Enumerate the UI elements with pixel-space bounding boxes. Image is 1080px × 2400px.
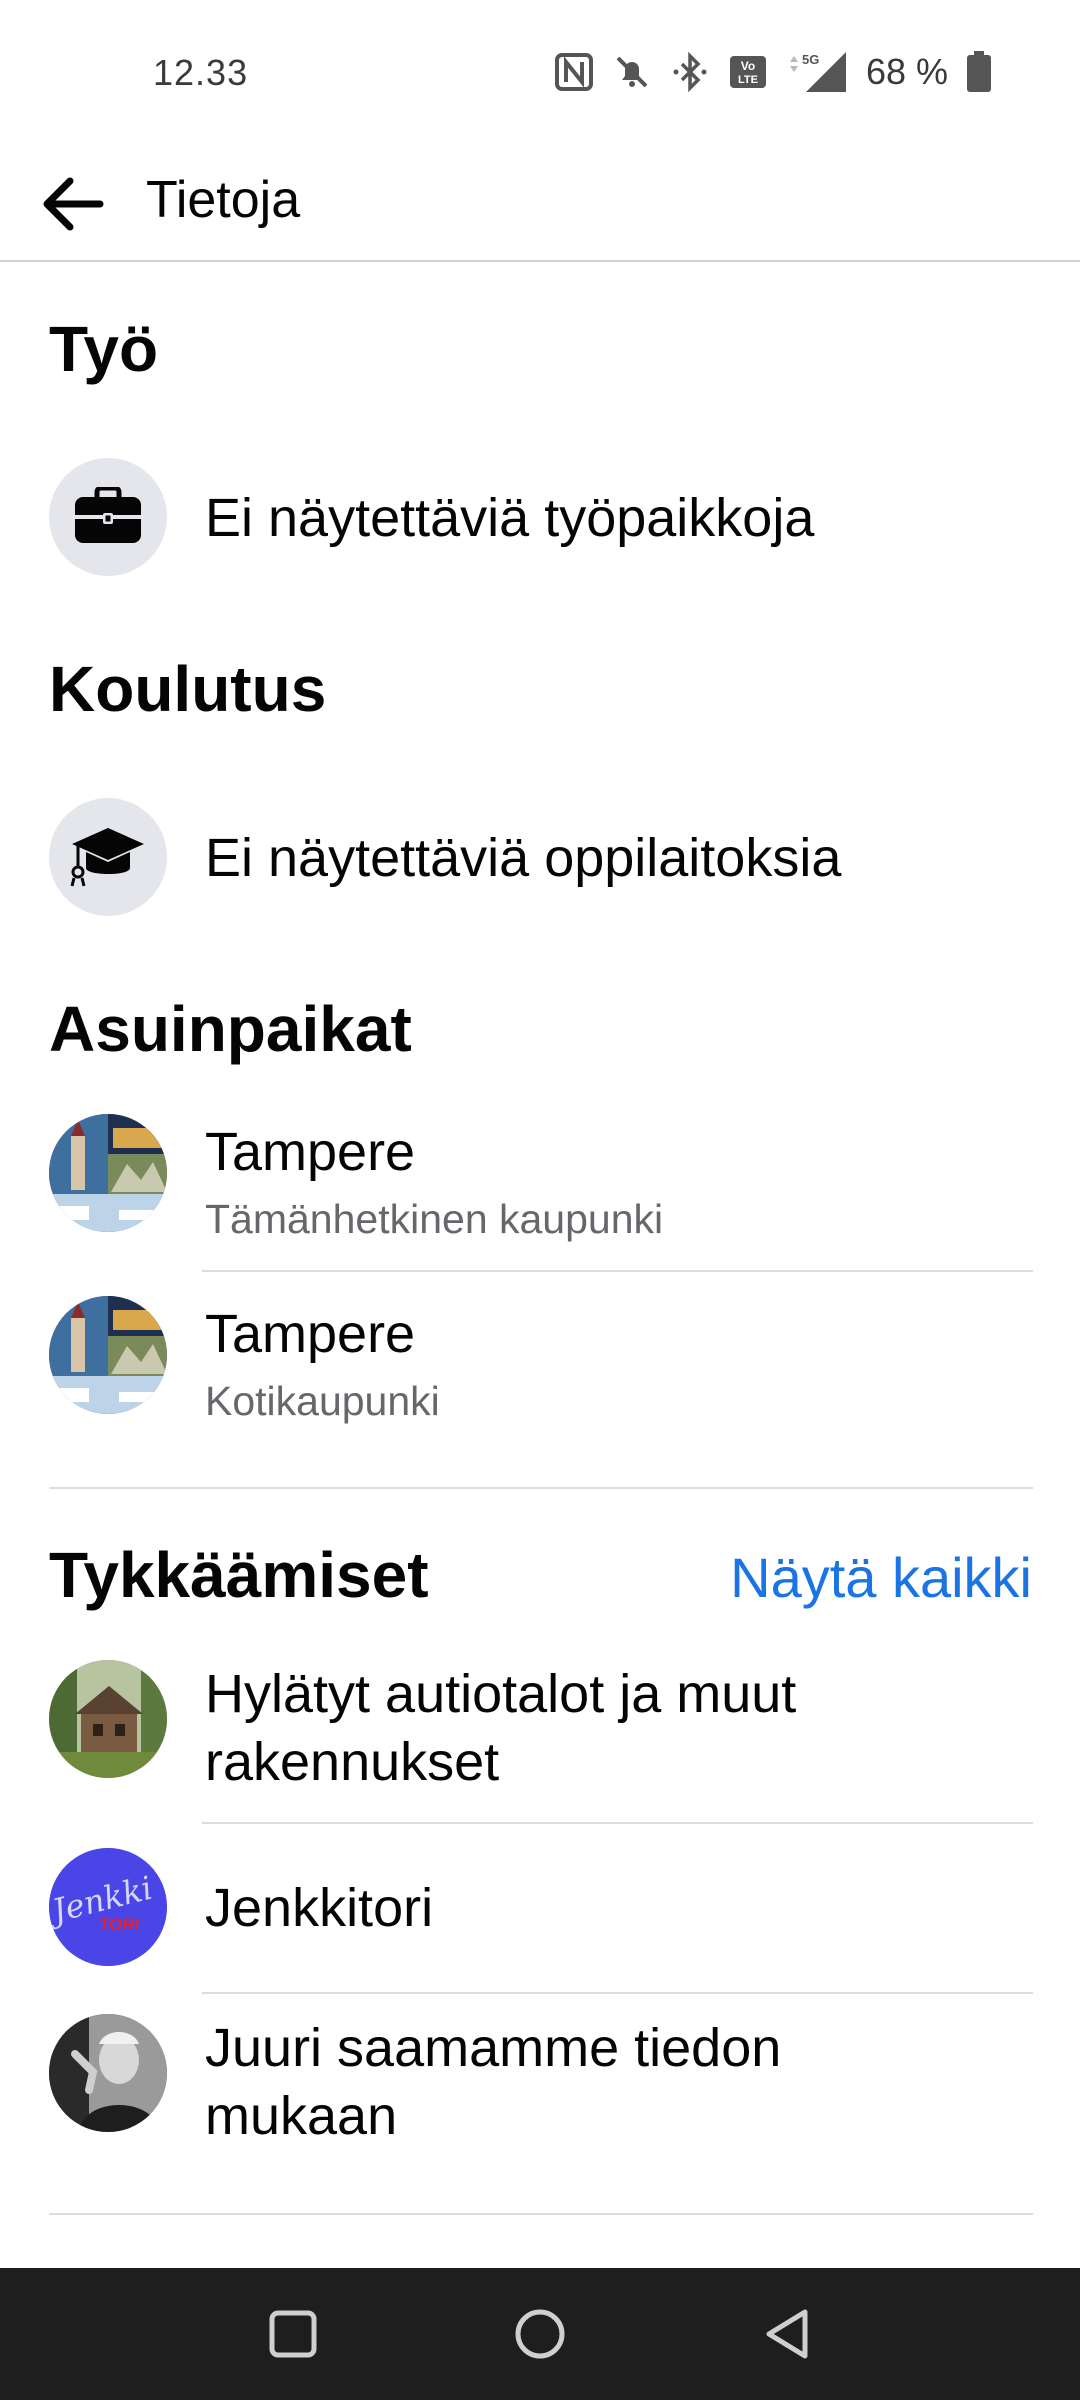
signal-5g-icon: 5G [789,52,846,92]
like-row[interactable]: Hylätyt autiotalot ja muut rakennukset [49,1660,1033,1820]
page-avatar-jenkkitori: Jenkki TORI [49,1848,167,1966]
tampere-photo-avatar [49,1114,167,1232]
like-title-line1: Hylätyt autiotalot ja muut [205,1664,797,1724]
battery-percentage: 68 % [865,51,948,92]
volte-icon: Vo LTE [729,56,766,88]
section-divider [49,2213,1033,2215]
place-subtitle: Kotikaupunki [205,1378,440,1424]
graduation-cap-icon [70,828,144,887]
svg-text:Vo: Vo [741,59,755,73]
like-row[interactable]: Juuri saamamme tiedon mukaan [49,2014,1033,2174]
education-empty-text: Ei näytettäviä oppilaitoksia [205,828,842,888]
like-title: Jenkkitori [205,1878,434,1938]
city-photo-collage-icon [49,1296,167,1414]
briefcase-icon-circle [49,458,167,576]
city-photo-collage-icon [49,1114,167,1232]
page-title: Tietoja [146,171,301,229]
section-title-likes: Tykkäämiset [49,1539,429,1611]
place-subtitle: Tämänhetkinen kaupunki [205,1196,664,1242]
svg-text:LTE: LTE [738,74,758,86]
education-empty-row: Ei näytettäviä oppilaitoksia [49,798,1033,918]
divider [202,1270,1033,1272]
work-empty-text: Ei näytettäviä työpaikkoja [205,488,815,548]
back-button[interactable] [30,162,114,246]
bluetooth-icon [673,52,707,92]
status-icons: Vo LTE 5G 68 % [554,44,992,100]
jenkkitori-logo: Jenkki TORI [49,1848,167,1966]
divider [202,1992,1033,1994]
status-time: 12.33 [153,52,249,93]
section-divider [49,1487,1033,1489]
like-row[interactable]: Jenkki TORI Jenkkitori [49,1844,1033,1984]
work-empty-row: Ei näytettäviä työpaikkoja [49,458,1033,578]
like-title-line1: Juuri saamamme tiedon [205,2018,782,2078]
divider [202,1822,1033,1824]
arrow-back-icon [43,177,104,231]
nfc-icon [554,53,593,91]
section-title-education: Koulutus [49,653,327,725]
svg-text:5G: 5G [802,52,819,67]
app-bar: Tietoja [0,140,1080,262]
page-avatar-bw-portrait [49,2014,167,2132]
system-navigation-bar [0,2268,1080,2400]
graduation-cap-icon-circle [49,798,167,916]
square-recents-icon [269,2310,317,2358]
battery-icon [967,51,991,92]
bw-portrait-photo-icon [49,2014,167,2132]
system-back-button[interactable] [737,2284,837,2384]
place-row-hometown[interactable]: Tampere Kotikaupunki [49,1292,1033,1452]
section-title-work: Työ [49,313,159,385]
briefcase-icon [73,487,143,543]
bell-off-icon [616,56,648,88]
home-button[interactable] [490,2284,590,2384]
page-avatar-abandoned-house [49,1660,167,1778]
recent-apps-button[interactable] [243,2284,343,2384]
place-name: Tampere [205,1122,416,1182]
triangle-back-icon [766,2309,808,2359]
section-title-places: Asuinpaikat [49,993,412,1065]
like-title-line2: rakennukset [205,1732,500,1792]
tampere-photo-avatar [49,1296,167,1414]
place-row-current[interactable]: Tampere Tämänhetkinen kaupunki [49,1110,1033,1270]
abandoned-house-photo-icon [49,1660,167,1778]
svg-text:TORI: TORI [99,1915,141,1934]
status-bar: 12.33 Vo LTE 5G 68 % [0,0,1080,140]
like-title-line2: mukaan [205,2086,398,2146]
circle-home-icon [515,2309,565,2359]
place-name: Tampere [205,1304,416,1364]
see-all-likes-link[interactable]: Näytä kaikki [730,1545,1032,1610]
